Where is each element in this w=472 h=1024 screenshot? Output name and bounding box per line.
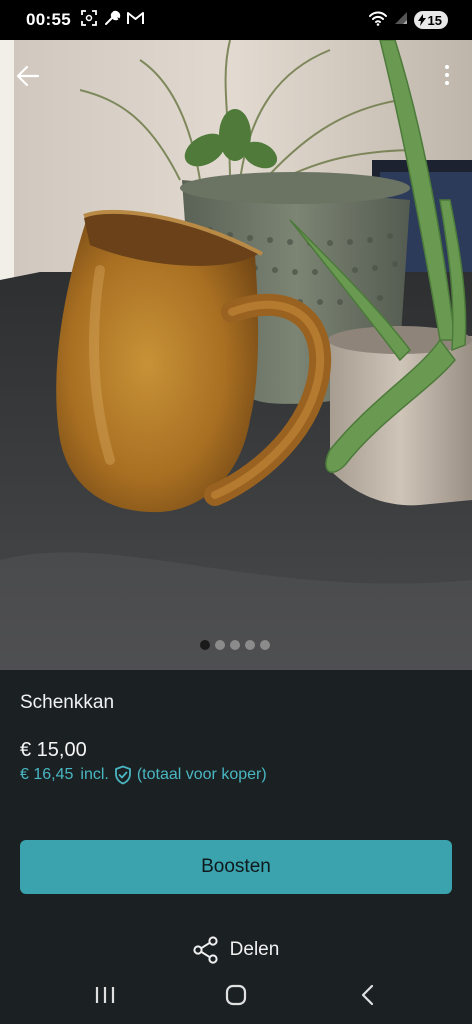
wifi-icon xyxy=(368,10,388,31)
signal-icon xyxy=(394,11,408,30)
system-navigation-bar xyxy=(0,975,472,1015)
carousel-dot[interactable] xyxy=(260,640,270,650)
total-price-row[interactable]: € 16,45 incl. (totaal voor koper) xyxy=(20,765,267,785)
listing-photo[interactable] xyxy=(0,40,472,670)
status-icons-right: 15 xyxy=(368,10,448,31)
recent-apps-button[interactable] xyxy=(85,975,125,1015)
wrench-icon xyxy=(103,10,121,31)
shield-check-icon xyxy=(114,765,132,785)
recents-icon xyxy=(96,987,115,1003)
carousel-dot[interactable] xyxy=(200,640,210,650)
share-icon xyxy=(193,936,218,964)
battery-icon: 15 xyxy=(413,11,448,29)
more-vert-icon xyxy=(445,65,449,69)
carousel-dot[interactable] xyxy=(245,640,255,650)
carousel-dot[interactable] xyxy=(230,640,240,650)
status-bar: 00:55 15 xyxy=(0,0,472,40)
incl-label: incl. xyxy=(80,766,109,783)
home-icon xyxy=(225,984,247,1006)
back-button[interactable] xyxy=(14,62,42,90)
chevron-left-icon xyxy=(361,984,373,1006)
status-icons-left xyxy=(81,9,144,31)
home-button[interactable] xyxy=(216,975,256,1015)
share-label: Delen xyxy=(229,939,280,960)
more-options-button[interactable] xyxy=(436,58,458,92)
share-button[interactable]: Delen xyxy=(0,936,472,964)
boost-button-label: Boosten xyxy=(201,856,271,877)
arrow-left-icon xyxy=(16,65,40,87)
product-image xyxy=(0,40,472,670)
listing-price: € 15,00 xyxy=(20,739,87,761)
gmail-icon xyxy=(126,11,144,30)
status-time: 00:55 xyxy=(26,10,71,29)
boost-button[interactable]: Boosten xyxy=(20,840,452,894)
battery-level: 15 xyxy=(427,12,442,28)
total-note: (totaal voor koper) xyxy=(136,766,267,783)
listing-title: Schenkkan xyxy=(20,692,115,713)
total-price: € 16,45 xyxy=(20,766,74,783)
system-back-button[interactable] xyxy=(347,975,387,1015)
carousel-indicator xyxy=(0,640,471,650)
carousel-dot[interactable] xyxy=(215,640,225,650)
screenshot-icon xyxy=(81,9,97,31)
